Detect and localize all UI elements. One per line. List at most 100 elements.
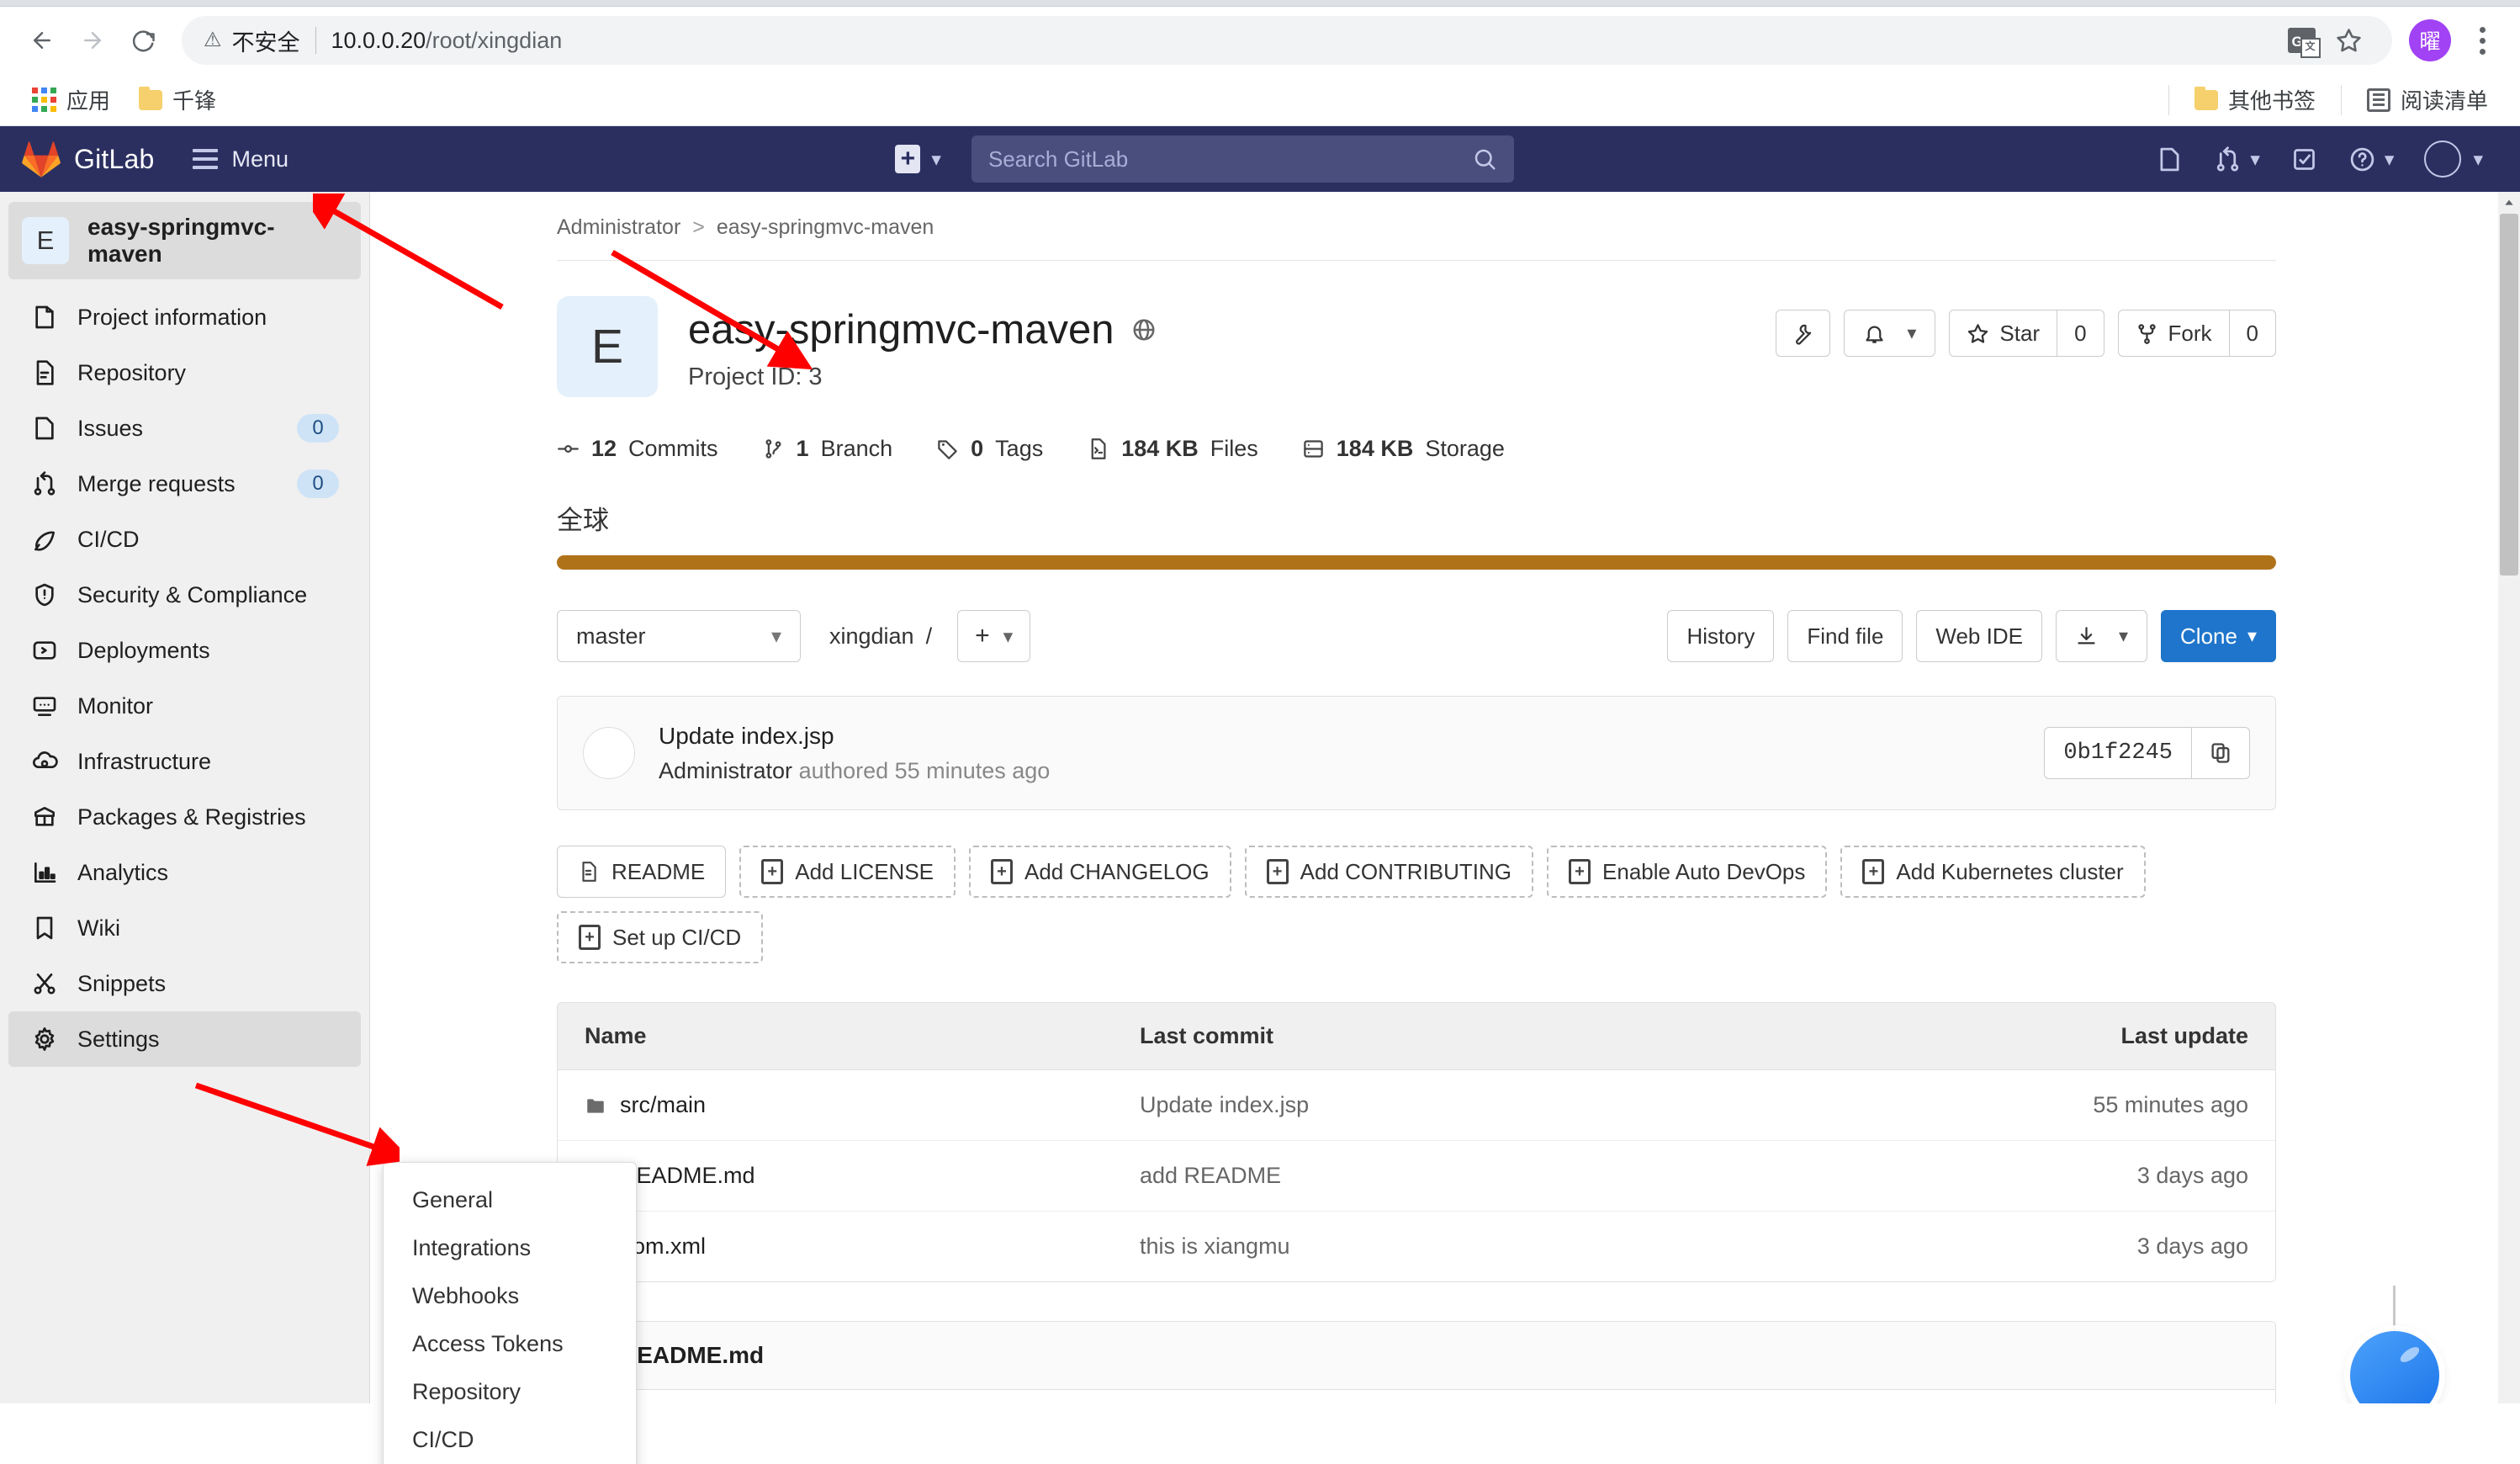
merge-requests-icon[interactable]: ▾ [2199, 146, 2275, 173]
table-row[interactable]: src/main Update index.jsp 55 minutes ago [558, 1070, 2275, 1141]
star-button-main[interactable]: Star [1950, 310, 2057, 356]
breadcrumb-owner[interactable]: Administrator [557, 215, 680, 240]
sidebar-item-deployments[interactable]: Deployments [8, 623, 361, 678]
chevron-down-icon[interactable]: ▾ [2385, 148, 2395, 171]
star-icon [1968, 323, 1988, 343]
sidebar-item-analytics[interactable]: Analytics [8, 845, 361, 900]
stat-storage[interactable]: 184 KB Storage [1302, 436, 1505, 462]
file-name-cell[interactable]: pom.xml [585, 1233, 1140, 1260]
file-name-cell[interactable]: src/main [585, 1092, 1140, 1118]
file-commit-message[interactable]: add README [1140, 1163, 1996, 1189]
storage-icon [1302, 438, 1325, 460]
stat-tags[interactable]: 0 Tags [936, 436, 1043, 462]
addon-button-add-changelog[interactable]: + Add CHANGELOG [969, 846, 1231, 898]
commit-title[interactable]: Update index.jsp [659, 723, 1050, 750]
sidebar-item-infrastructure[interactable]: Infrastructure [8, 734, 361, 789]
commit-sha[interactable]: 0b1f2245 [2045, 728, 2191, 778]
table-row[interactable]: pom.xml this is xiangmu 3 days ago [558, 1212, 2275, 1281]
chevron-down-icon[interactable]: ▾ [2473, 148, 2483, 171]
issues-icon[interactable] [2141, 146, 2199, 173]
stat-files[interactable]: 184 KB Files [1087, 436, 1258, 462]
plus-square-icon[interactable]: + [895, 145, 921, 173]
settings-submenu-item-repository[interactable]: Repository [384, 1368, 636, 1416]
chevron-down-icon[interactable]: ▾ [2250, 148, 2260, 171]
addon-button-add-contributing[interactable]: + Add CONTRIBUTING [1244, 846, 1534, 898]
wrench-icon[interactable] [1776, 310, 1831, 357]
sidebar-item-monitor[interactable]: Monitor [8, 678, 361, 734]
download-button[interactable]: ▾ [2055, 610, 2148, 662]
table-row[interactable]: MREADME.mdadd README 3 days ago [558, 1141, 2275, 1212]
sidebar-item-merge-requests[interactable]: Merge requests 0 [8, 456, 361, 512]
address-bar[interactable]: ⚠ 不安全 10.0.0.20/root/xingdian G [182, 16, 2392, 65]
clone-button[interactable]: Clone ▾ [2161, 610, 2276, 662]
browser-profile-avatar[interactable]: 曜 [2409, 19, 2451, 61]
commit-sha-box: 0b1f2245 [2044, 727, 2250, 779]
sidebar-item-settings[interactable]: Settings [8, 1011, 361, 1067]
bookmark-apps[interactable]: 应用 [22, 79, 120, 120]
chevron-down-icon[interactable]: ▾ [931, 148, 941, 171]
bookmark-qianfeng[interactable]: 千锋 [129, 79, 226, 120]
settings-submenu-item-ci-cd[interactable]: CI/CD [384, 1416, 636, 1464]
kebab-menu-icon[interactable] [2463, 26, 2501, 55]
sidebar-item-issues[interactable]: Issues 0 [8, 400, 361, 456]
stat-branch[interactable]: 1 Branch [762, 436, 892, 462]
translate-icon[interactable]: G [2279, 19, 2323, 62]
copy-icon[interactable] [2192, 728, 2249, 778]
file-name-cell[interactable]: MREADME.md [585, 1163, 1140, 1189]
readme-filename[interactable]: README.md [620, 1342, 764, 1369]
todos-icon[interactable] [2275, 146, 2333, 173]
search-box[interactable] [971, 135, 1514, 183]
gitlab-logo-link[interactable]: GitLab [22, 141, 179, 178]
forward-arrow-icon[interactable] [69, 17, 116, 64]
settings-submenu-item-integrations[interactable]: Integrations [384, 1224, 636, 1272]
file-commit-message[interactable]: this is xiangmu [1140, 1233, 1996, 1260]
addon-button-enable-auto-devops[interactable]: + Enable Auto DevOps [1547, 846, 1828, 898]
stat-commits[interactable]: 12 Commits [557, 436, 718, 462]
file-commit-message[interactable]: Update index.jsp [1140, 1092, 1996, 1118]
branch-selector[interactable]: master ▾ [557, 610, 801, 662]
settings-submenu-item-webhooks[interactable]: Webhooks [384, 1272, 636, 1320]
find-file-button[interactable]: Find file [1787, 610, 1903, 662]
page-scrollbar[interactable] [2498, 192, 2520, 1403]
sidebar-item-repository[interactable]: Repository [8, 345, 361, 400]
bookmarks-divider [2168, 84, 2169, 115]
scroll-up-arrow-icon[interactable] [2498, 192, 2520, 214]
bookmark-other-bookmarks[interactable]: 其他书签 [2184, 79, 2326, 120]
sidebar-item-wiki[interactable]: Wiki [8, 900, 361, 956]
sidebar-item-security-compliance[interactable]: Security & Compliance [8, 567, 361, 623]
reload-icon[interactable] [119, 17, 167, 64]
sidebar-item-project-information[interactable]: Project information [8, 289, 361, 345]
reading-list-icon [2366, 88, 2390, 112]
fork-button-main[interactable]: Fork [2119, 310, 2229, 356]
add-to-repo-button[interactable]: + ▾ [957, 610, 1031, 662]
addon-button-add-license[interactable]: + Add LICENSE [739, 846, 956, 898]
addon-button-set-up-ci-cd[interactable]: + Set up CI/CD [557, 911, 764, 963]
commit-author[interactable]: Administrator [659, 758, 792, 783]
bookmark-reading-list[interactable]: 阅读清单 [2357, 79, 2498, 120]
sidebar-item-packages-registries[interactable]: Packages & Registries [8, 789, 361, 845]
bookmark-star-icon[interactable] [2327, 19, 2370, 62]
language-bar[interactable] [557, 555, 2276, 570]
help-icon[interactable]: ▾ [2333, 146, 2410, 173]
back-arrow-icon[interactable] [19, 17, 66, 64]
settings-submenu-item-general[interactable]: General [384, 1176, 636, 1224]
infrastructure-icon [30, 747, 59, 776]
web-ide-button[interactable]: Web IDE [1916, 610, 2042, 662]
settings-submenu-item-access-tokens[interactable]: Access Tokens [384, 1320, 636, 1368]
sidebar-item-snippets[interactable]: Snippets [8, 956, 361, 1011]
sidebar-item-ci-cd[interactable]: CI/CD [8, 512, 361, 567]
scrollbar-thumb[interactable] [2500, 214, 2518, 576]
notifications-button[interactable]: ▾ [1844, 310, 1936, 357]
star-button[interactable]: Star 0 [1949, 310, 2104, 357]
addon-button-add-kubernetes-cluster[interactable]: + Add Kubernetes cluster [1840, 846, 2146, 898]
language-label: 全球 [557, 506, 609, 535]
path-root[interactable]: xingdian [829, 623, 914, 650]
fork-button[interactable]: Fork 0 [2117, 310, 2276, 357]
sidebar-project-header[interactable]: E easy-springmvc-maven [8, 202, 361, 279]
history-button[interactable]: History [1667, 610, 1775, 662]
user-avatar-icon[interactable]: ▾ [2409, 141, 2498, 178]
navbar-menu-button[interactable]: Menu [179, 140, 302, 179]
addon-button-readme[interactable]: README [557, 846, 727, 898]
breadcrumb-project[interactable]: easy-springmvc-maven [717, 215, 934, 240]
search-input[interactable] [987, 146, 1472, 172]
